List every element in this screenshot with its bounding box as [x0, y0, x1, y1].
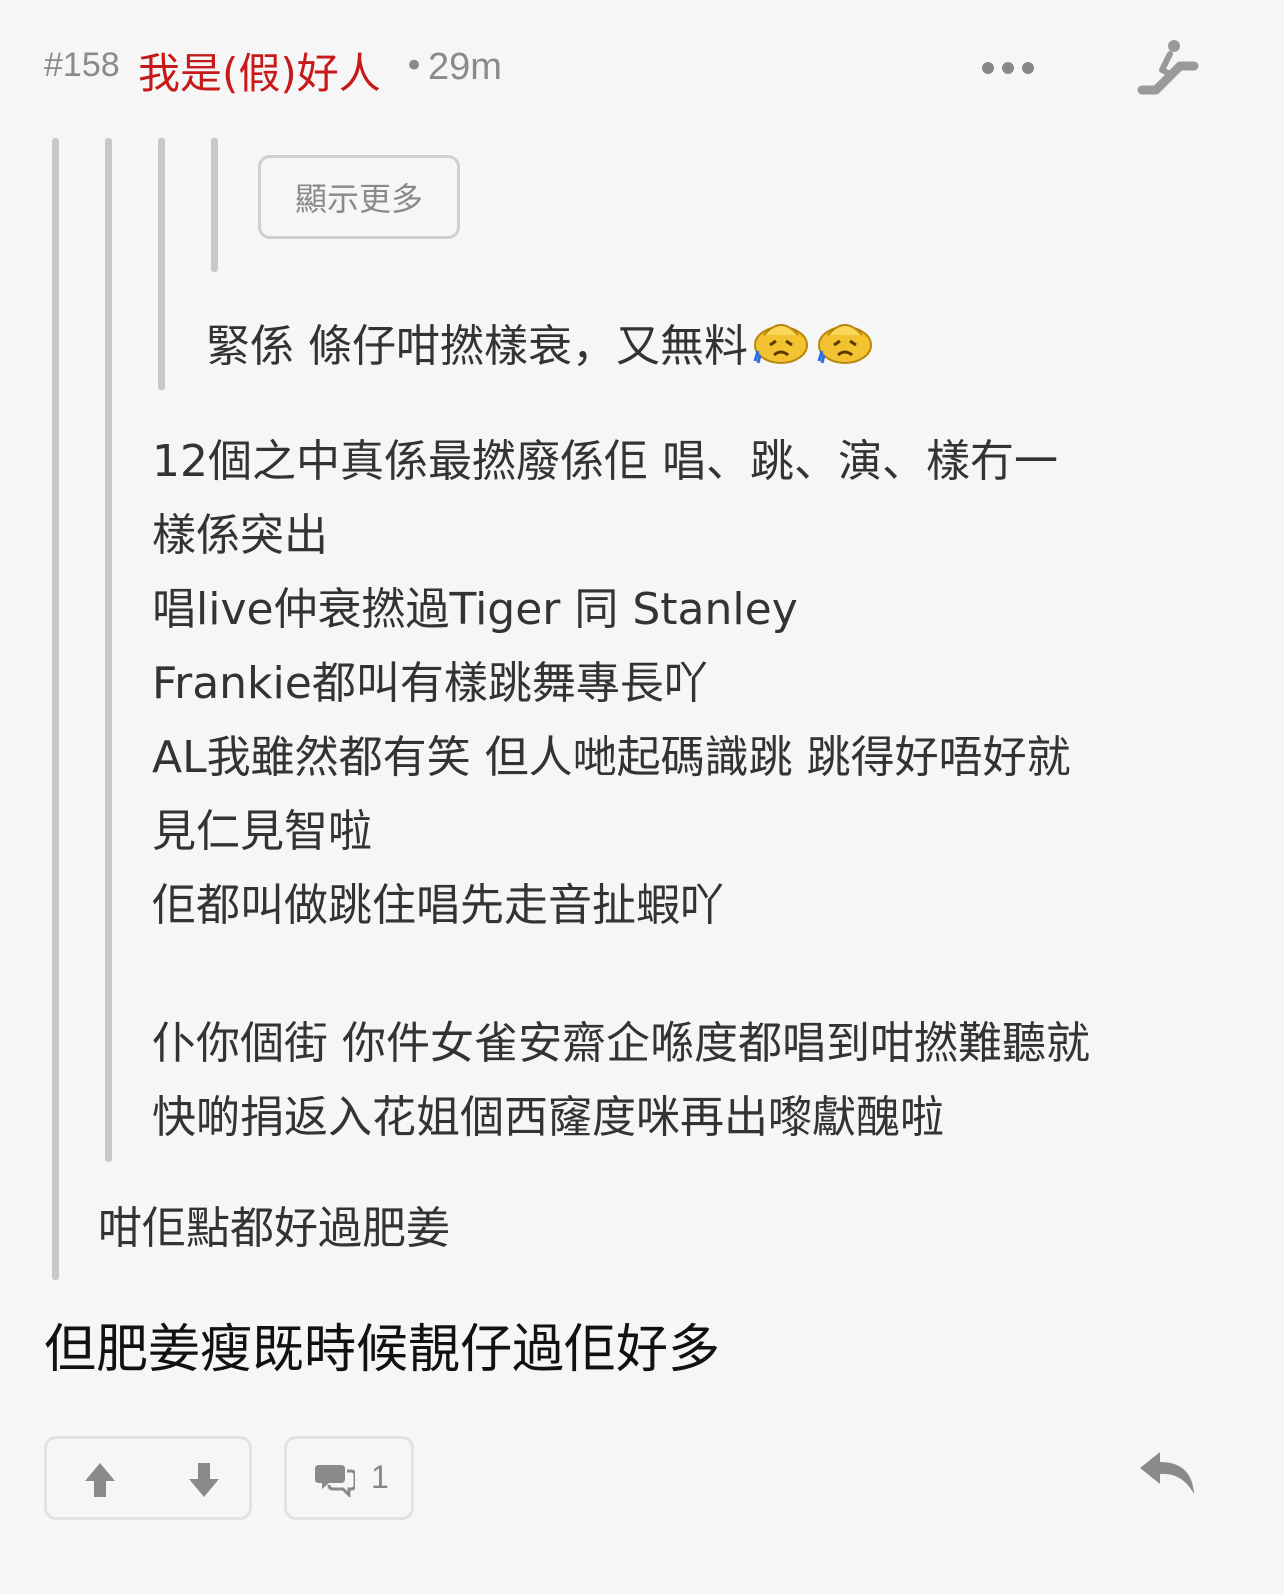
quote-level2-line: Frankie都叫有樣跳舞專長吖	[152, 658, 708, 709]
post-timestamp: 29m	[428, 46, 502, 88]
post-number[interactable]: #158	[44, 46, 120, 85]
quote-level3-text: 緊係 條仔咁撚樣衰，又無料	[206, 321, 748, 372]
replies-button[interactable]: 1	[284, 1436, 414, 1520]
quote-bar-level4	[211, 138, 218, 272]
quote-level2-line: 樣係突出	[152, 510, 328, 561]
post-header: #158 我是(假)好人 • 29m	[0, 0, 1284, 140]
show-more-button[interactable]: 顯示更多	[258, 155, 460, 239]
quote-level2-line: 仆你個街 你件女雀安齋企喺度都唱到咁撚難聽就	[152, 1018, 1090, 1069]
quote-level2-line: AL我雖然都有笑 但人哋起碼識跳 跳得好唔好就	[152, 732, 1071, 783]
meta-separator: •	[404, 46, 425, 86]
quote-level2-blank-line	[152, 943, 1272, 1007]
reply-count: 1	[371, 1459, 389, 1495]
username-link[interactable]: 我是(假)好人	[138, 40, 381, 101]
quote-level2-line: 12個之中真係最撚廢係佢 唱、跳、演、樣冇一	[152, 436, 1058, 487]
quote-level2: 12個之中真係最撚廢係佢 唱、跳、演、樣冇一 樣係突出 唱live仲衰撚過Tig…	[152, 425, 1272, 1155]
more-dots-icon[interactable]	[982, 50, 1042, 86]
quote-level2-line: 見仁見智啦	[152, 806, 372, 857]
comment-bubble-icon	[315, 1465, 355, 1497]
quote-level2-line: 佢都叫做跳住唱先走音扯蝦吖	[152, 880, 724, 931]
vote-box	[44, 1436, 252, 1520]
escalator-icon[interactable]	[1136, 36, 1200, 100]
quote-level3: 緊係 條仔咁撚樣衰，又無料	[206, 310, 876, 374]
reply-arrow-icon[interactable]	[1138, 1448, 1196, 1496]
crying-face-icon	[753, 324, 808, 364]
quote-level2-line: 快啲捐返入花姐個西窿度咪再出嚟獻醜啦	[152, 1092, 944, 1143]
upvote-arrow-icon[interactable]	[83, 1461, 117, 1499]
downvote-arrow-icon[interactable]	[187, 1461, 221, 1499]
quote-level1-text: 咁佢點都好過肥姜	[98, 1203, 450, 1254]
quote-bar-level3	[158, 138, 165, 390]
crying-face-icon	[817, 324, 872, 364]
quote-level2-line: 唱live仲衰撚過Tiger 同 Stanley	[152, 584, 798, 635]
reply-body: 但肥姜瘦既時候靚仔過佢好多	[44, 1320, 721, 1380]
quote-bar-level1	[52, 138, 59, 1280]
quote-bar-level2	[105, 138, 112, 1162]
